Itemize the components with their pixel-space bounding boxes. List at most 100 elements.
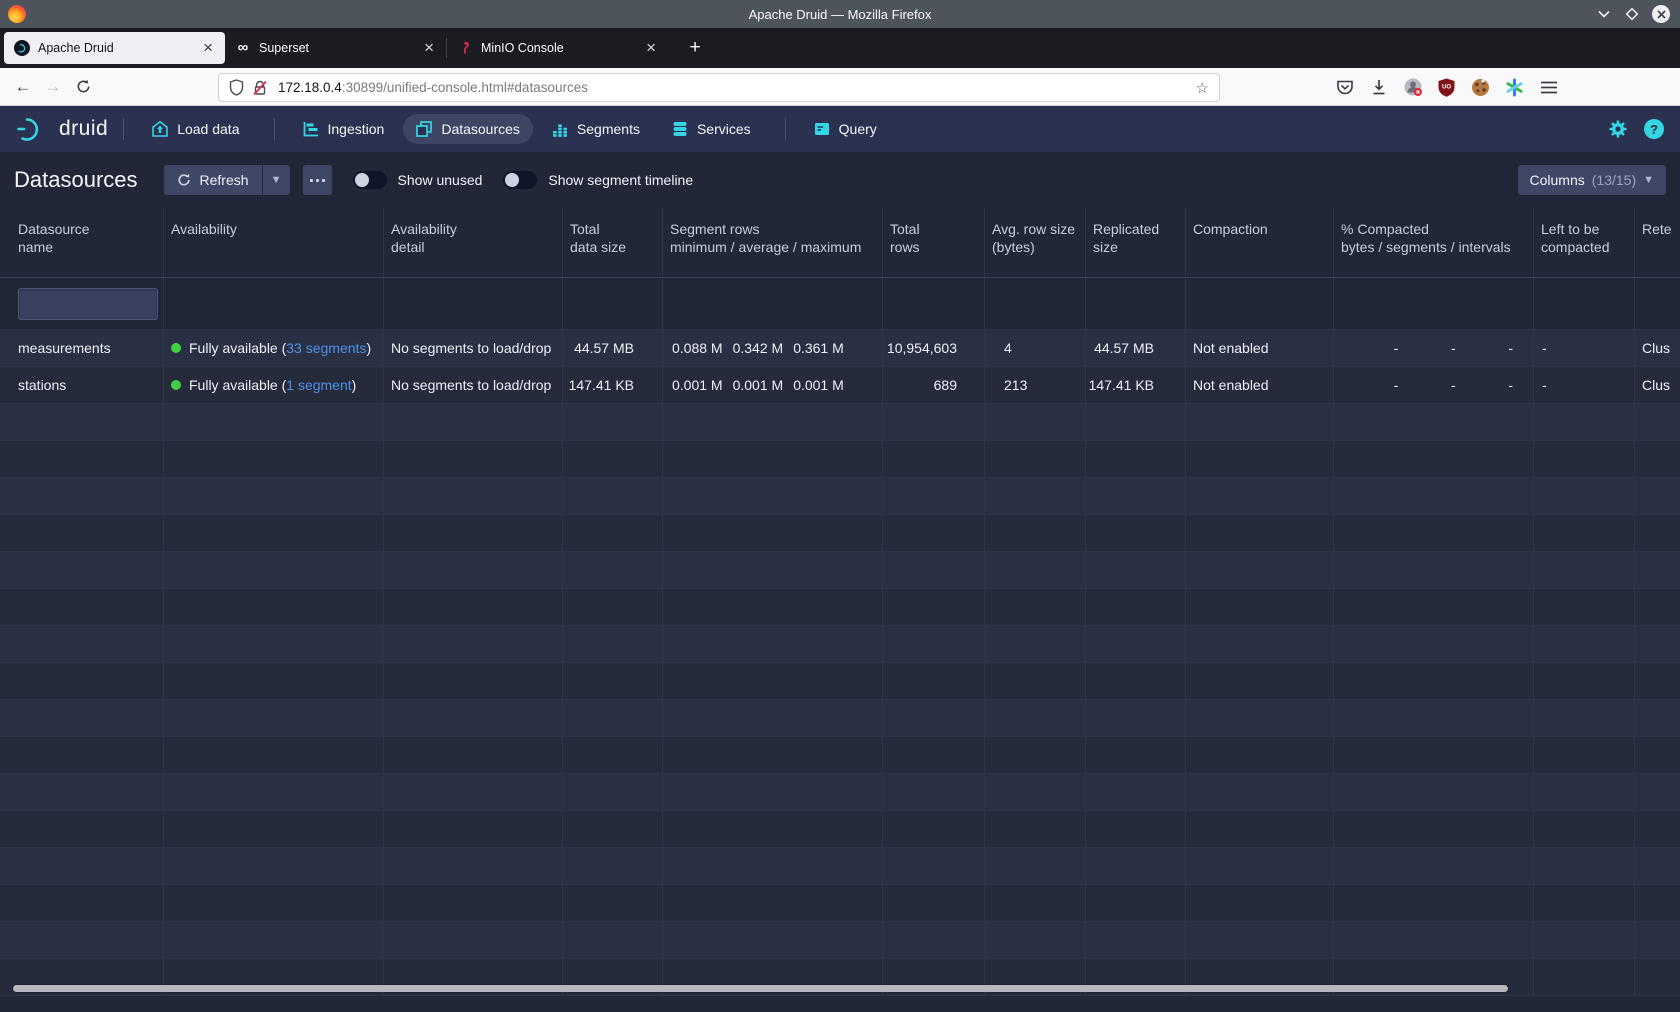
cookie-icon[interactable] — [1470, 77, 1491, 98]
bookmark-star-icon[interactable]: ☆ — [1196, 79, 1209, 97]
cell-compaction — [1186, 441, 1334, 477]
segments-link[interactable]: 1 segment — [286, 377, 351, 393]
url-bar[interactable]: 172.18.0.4:30899/unified-console.html#da… — [218, 73, 1220, 102]
column-header-segment_rows[interactable]: Segment rowsminimum / average / maximum — [663, 208, 883, 277]
window-minimize-button[interactable] — [1596, 6, 1612, 22]
nav-item-load-data[interactable]: Load data — [139, 114, 252, 144]
chevron-down-icon: ▼ — [1643, 174, 1654, 186]
cell-name — [0, 589, 164, 625]
table-row-empty — [0, 737, 1680, 774]
cell-availability — [164, 441, 384, 477]
nav-item-services[interactable]: Services — [659, 114, 764, 144]
column-header-availability[interactable]: Availability — [164, 208, 384, 277]
nav-item-datasources[interactable]: Datasources — [403, 114, 533, 144]
refresh-label: Refresh — [200, 172, 249, 188]
column-header-replicated_size[interactable]: Replicatedsize — [1086, 208, 1186, 277]
window-close-button[interactable] — [1652, 5, 1670, 23]
column-header-compaction[interactable]: Compaction — [1186, 208, 1334, 277]
cell-retention — [1635, 848, 1680, 884]
cell-segment_rows — [663, 922, 883, 958]
cell-retention — [1635, 700, 1680, 736]
cell-availability_detail — [384, 404, 563, 440]
forward-button[interactable]: → — [38, 77, 68, 97]
services-icon — [672, 121, 688, 137]
downloads-icon[interactable] — [1368, 77, 1389, 98]
nav-item-query[interactable]: Query — [801, 114, 890, 144]
cell-compaction — [1186, 737, 1334, 773]
refresh-button[interactable]: Refresh — [164, 165, 262, 195]
tab-superset[interactable]: ∞ Superset × — [225, 32, 446, 64]
table-row-empty — [0, 811, 1680, 848]
insecure-lock-icon[interactable] — [252, 80, 268, 96]
column-header-availability_detail[interactable]: Availabilitydetail — [384, 208, 563, 277]
column-header-total_data_size[interactable]: Totaldata size — [563, 208, 663, 277]
column-header-retention[interactable]: Rete — [1635, 208, 1680, 277]
refresh-dropdown-button[interactable]: ▼ — [263, 165, 290, 195]
tab-close-icon[interactable]: × — [201, 40, 215, 56]
extension-disabled-icon[interactable] — [1402, 77, 1423, 98]
query-icon — [814, 121, 830, 137]
columns-label: Columns — [1530, 172, 1585, 188]
datasource-name-filter-input[interactable] — [18, 288, 158, 320]
show-unused-toggle[interactable] — [353, 171, 387, 189]
cell-segment_rows — [663, 848, 883, 884]
cell-retention — [1635, 959, 1680, 995]
window-maximize-button[interactable] — [1624, 6, 1640, 22]
druid-logo[interactable]: druid — [16, 115, 108, 143]
cell-total_data_size — [563, 700, 663, 736]
table-row-empty — [0, 774, 1680, 811]
cell-retention — [1635, 811, 1680, 847]
column-header-pct_compacted[interactable]: % Compactedbytes / segments / intervals — [1334, 208, 1534, 277]
cell-left_to_be_compacted: - — [1534, 330, 1635, 366]
nav-item-ingestion[interactable]: Ingestion — [290, 114, 398, 144]
hamburger-menu-icon[interactable] — [1538, 77, 1559, 98]
reload-button[interactable] — [68, 79, 98, 94]
tab-minio-console[interactable]: MinIO Console × — [447, 32, 668, 64]
cell-retention — [1635, 552, 1680, 588]
table-row-empty — [0, 922, 1680, 959]
cell-name: measurements — [0, 330, 164, 366]
table-row-measurements[interactable]: measurementsFully available (33 segments… — [0, 330, 1680, 367]
column-header-avg_row_size[interactable]: Avg. row size(bytes) — [985, 208, 1086, 277]
tab-apache-druid[interactable]: Apache Druid × — [4, 32, 225, 64]
columns-count: (13/15) — [1592, 172, 1636, 188]
back-button[interactable]: ← — [8, 77, 38, 97]
column-header-left_to_be_compacted[interactable]: Left to becompacted — [1534, 208, 1635, 277]
tab-label: Apache Druid — [38, 41, 201, 55]
column-header-total_rows[interactable]: Totalrows — [883, 208, 985, 277]
ellipsis-icon — [310, 179, 313, 182]
cell-replicated_size — [1086, 700, 1186, 736]
cell-total_rows — [883, 811, 985, 847]
column-header-name[interactable]: Datasourcename — [0, 208, 164, 277]
help-icon[interactable]: ? — [1644, 119, 1664, 139]
cell-total_data_size: 44.57 MB — [563, 330, 663, 366]
cell-retention: Clus — [1635, 330, 1680, 366]
nav-item-segments[interactable]: Segments — [539, 114, 653, 144]
settings-gear-icon[interactable] — [1608, 119, 1628, 139]
cell-name — [0, 441, 164, 477]
filter-cell-retention — [1635, 278, 1680, 329]
cell-segment_rows — [663, 626, 883, 662]
extension-asterisk-icon[interactable] — [1504, 77, 1525, 98]
cell-replicated_size — [1086, 478, 1186, 514]
cell-pct_compacted: --- — [1334, 367, 1534, 403]
new-tab-button[interactable]: + — [682, 35, 708, 61]
show-segment-timeline-toggle[interactable] — [503, 171, 537, 189]
cell-compaction — [1186, 700, 1334, 736]
more-actions-button[interactable] — [303, 165, 332, 195]
segments-link[interactable]: 33 segments — [286, 340, 366, 356]
columns-button[interactable]: Columns (13/15) ▼ — [1518, 165, 1667, 195]
tracking-shield-icon[interactable] — [229, 79, 244, 96]
filter-cell-avg_row_size — [985, 278, 1086, 329]
ublock-origin-icon[interactable]: UO — [1436, 77, 1457, 98]
horizontal-scrollbar[interactable] — [13, 985, 1508, 992]
tab-close-icon[interactable]: × — [422, 40, 436, 56]
pocket-icon[interactable] — [1334, 77, 1355, 98]
tab-close-icon[interactable]: × — [644, 40, 658, 56]
cell-replicated_size — [1086, 441, 1186, 477]
cell-availability_detail — [384, 663, 563, 699]
table-row-empty — [0, 848, 1680, 885]
cell-replicated_size — [1086, 552, 1186, 588]
table-row-stations[interactable]: stationsFully available (1 segment)No se… — [0, 367, 1680, 404]
cell-total_rows — [883, 478, 985, 514]
